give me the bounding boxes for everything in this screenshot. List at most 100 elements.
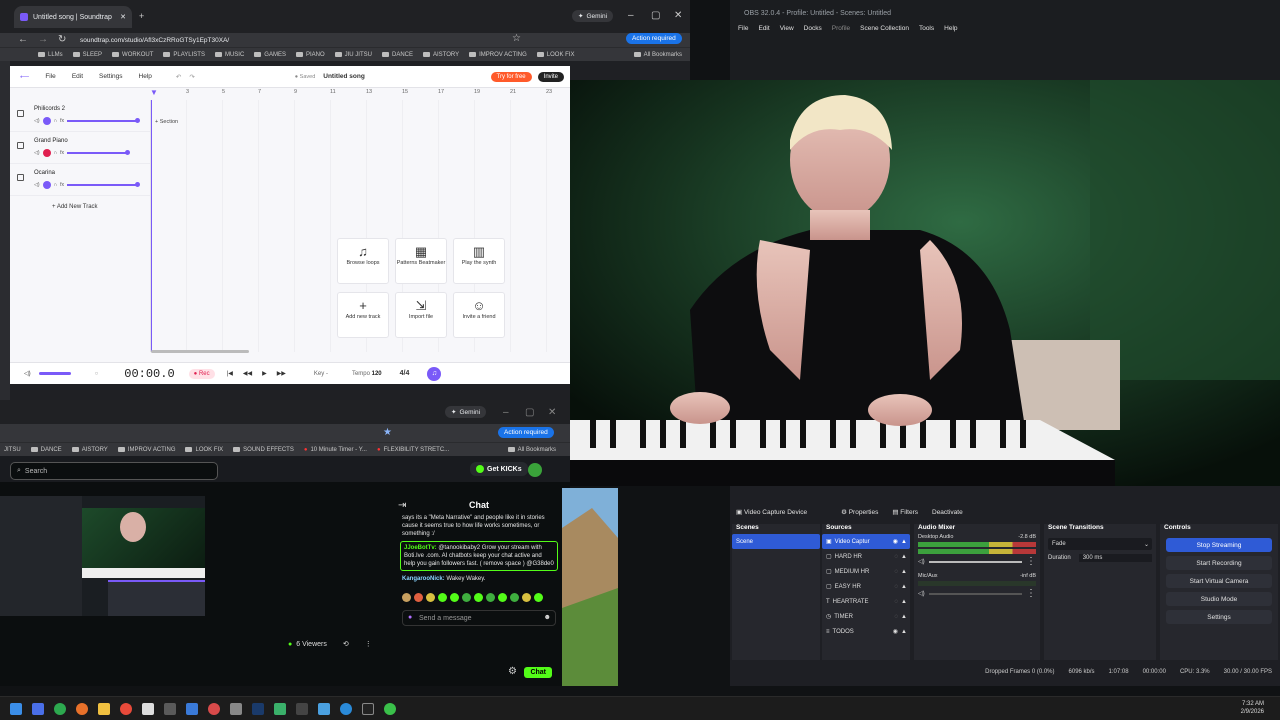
obs-icon[interactable] <box>362 702 374 715</box>
new-tab-icon[interactable]: + <box>139 11 144 21</box>
microphone-icon[interactable]: ● <box>408 614 412 621</box>
properties-button[interactable]: ⚙ Properties <box>841 508 878 516</box>
close-window-icon[interactable]: ✕ <box>548 407 556 418</box>
eye-off-icon[interactable]: ◌ <box>894 614 898 620</box>
terminal-icon[interactable] <box>296 702 308 715</box>
time-signature[interactable]: 4/4 <box>400 370 410 377</box>
emote-icon[interactable] <box>414 593 423 602</box>
headphones-icon[interactable]: ∩ <box>54 118 58 124</box>
speaker-icon[interactable]: ◁) <box>918 558 925 565</box>
start-windows-icon[interactable] <box>10 702 22 715</box>
bookmark-item[interactable]: MUSIC <box>214 52 244 58</box>
play-icon[interactable]: ▶ <box>262 370 267 377</box>
emote-icon[interactable] <box>426 593 435 602</box>
avatar[interactable] <box>528 463 542 477</box>
bookmark-item[interactable]: DANCE <box>30 447 62 453</box>
tuner-icon[interactable]: ♫ <box>427 366 442 381</box>
eye-icon[interactable]: ◉ <box>893 628 898 635</box>
obs-menu-tools[interactable]: Tools <box>919 25 934 32</box>
fx-icon[interactable]: fx <box>60 150 64 156</box>
action-required-button[interactable]: Action required <box>498 427 554 438</box>
mute-icon[interactable]: ◁) <box>34 182 40 188</box>
maximize-icon[interactable]: ▢ <box>651 10 660 21</box>
volume-slider[interactable] <box>67 118 140 123</box>
more-options-icon[interactable]: ⋮ <box>1026 588 1036 599</box>
chrome-icon[interactable] <box>54 702 66 715</box>
chat-send-button[interactable]: Chat <box>524 667 552 678</box>
more-options-icon[interactable]: ⋮ <box>1026 556 1036 567</box>
song-title[interactable]: Untitled song <box>323 73 365 80</box>
lock-icon[interactable]: ▲ <box>901 584 907 590</box>
obs-menu-help[interactable]: Help <box>944 25 957 32</box>
bookmark-item[interactable]: LOOK FIX <box>185 447 223 453</box>
lock-icon[interactable]: ▲ <box>901 539 907 545</box>
minimize-icon[interactable]: – <box>503 407 509 418</box>
obs-menu-view[interactable]: View <box>780 25 794 32</box>
headphones-icon[interactable]: ∩ <box>54 182 58 188</box>
arrangement-grid[interactable]: ♫ Browse loops ▦ Patterns Beatmaker ▥ Play … <box>150 100 570 353</box>
metronome-icon[interactable]: ○ <box>95 371 99 377</box>
app-icon[interactable] <box>164 702 176 715</box>
settings-gear-icon[interactable]: ⚙ <box>508 666 517 677</box>
volume-slider[interactable] <box>67 150 130 155</box>
all-bookmarks[interactable]: All Bookmarks <box>507 447 556 453</box>
patterns-beatmaker-button[interactable]: ▦ Patterns Beatmaker <box>395 238 447 284</box>
tempo-field[interactable]: Tempo 120 <box>352 371 382 377</box>
skip-back-icon[interactable]: |◀ <box>227 370 233 377</box>
emote-icon[interactable] <box>522 593 531 602</box>
eye-off-icon[interactable]: ◌ <box>894 599 898 605</box>
key-selector[interactable]: Key - <box>314 371 328 377</box>
photoshop-icon[interactable] <box>252 702 264 715</box>
system-clock[interactable]: 7:32 AM 2/9/2026 <box>1241 700 1264 716</box>
vpn-icon[interactable] <box>318 702 330 715</box>
browser-tab[interactable]: Untitled song | Soundtrap ✕ <box>14 6 132 28</box>
speaker-icon[interactable]: ◁) <box>918 590 925 597</box>
menu-file[interactable]: File <box>45 73 55 80</box>
record-arm-knob[interactable] <box>42 149 51 157</box>
bookmark-item[interactable]: PIANO <box>295 52 325 58</box>
lock-icon[interactable]: ▲ <box>901 614 907 620</box>
settings-app-icon[interactable] <box>230 702 242 715</box>
emote-icon[interactable] <box>474 593 483 602</box>
solo-knob[interactable] <box>42 181 51 189</box>
filters-button[interactable]: ▤ Filters <box>892 508 918 516</box>
bookmark-item[interactable]: WORKOUT <box>112 52 153 58</box>
playhead-marker[interactable]: ▼ <box>150 88 158 97</box>
studio-mode-button[interactable]: Studio Mode <box>1166 592 1272 606</box>
bookmark-item[interactable]: JIU JITSU <box>334 52 372 58</box>
minimize-icon[interactable]: – <box>628 10 634 21</box>
try-free-button[interactable]: Try for free <box>490 71 532 82</box>
source-item[interactable]: ◷ TIMER ◌ ▲ <box>822 609 910 624</box>
emote-icon[interactable] <box>402 593 411 602</box>
timeline-ruler[interactable]: ▼ 3 5 7 9 11 13 15 17 19 21 23 <box>150 88 570 100</box>
bookmark-item[interactable]: GAMES <box>254 52 286 58</box>
emote-icon[interactable] <box>534 593 543 602</box>
bookmark-item[interactable]: JITSU <box>4 447 21 453</box>
master-volume-icon[interactable]: ◁) <box>24 370 31 377</box>
back-icon[interactable]: ← <box>18 34 28 45</box>
close-tab-icon[interactable]: ✕ <box>120 13 126 21</box>
bookmark-star-icon[interactable]: ☆ <box>512 33 521 44</box>
eye-off-icon[interactable]: ◌ <box>894 584 898 590</box>
bookmark-item[interactable]: SLEEP <box>72 52 102 58</box>
duration-input[interactable]: 300 ms <box>1078 554 1152 562</box>
bookmark-item[interactable]: ● 10 Minute Timer - Y... <box>304 447 367 453</box>
menu-edit[interactable]: Edit <box>72 73 83 80</box>
bookmark-item[interactable]: AISTORY <box>71 447 108 453</box>
menu-help[interactable]: Help <box>139 73 152 80</box>
emote-icon[interactable] <box>438 593 447 602</box>
headphones-icon[interactable]: ∩ <box>54 150 58 156</box>
bookmark-item[interactable]: AISTORY <box>423 52 459 58</box>
import-file-button[interactable]: ⇲ Import file <box>395 292 447 338</box>
lock-icon[interactable]: ▲ <box>901 569 907 575</box>
solo-knob[interactable] <box>42 117 51 125</box>
fx-icon[interactable]: fx <box>60 182 64 188</box>
emote-icon[interactable] <box>498 593 507 602</box>
source-item[interactable]: ▢ EASY HR ◌ ▲ <box>822 579 910 594</box>
eye-off-icon[interactable]: ◌ <box>894 554 898 560</box>
undo-icon[interactable]: ↶ <box>176 73 181 81</box>
close-window-icon[interactable]: ✕ <box>674 10 682 21</box>
source-item[interactable]: ▢ HARD HR ◌ ▲ <box>822 549 910 564</box>
settings-button[interactable]: Settings <box>1166 610 1272 624</box>
obs-menu-scene-collection[interactable]: Scene Collection <box>860 25 909 32</box>
